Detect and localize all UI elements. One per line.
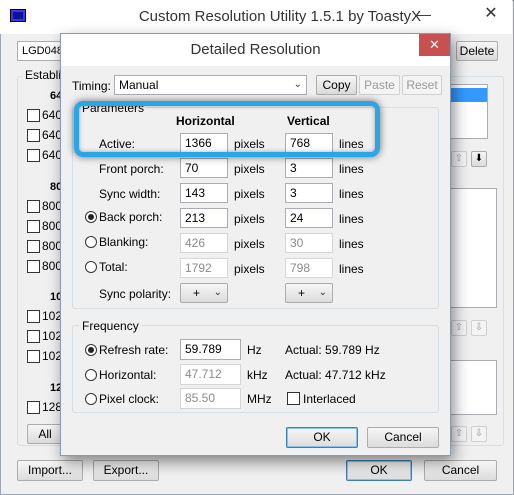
pixel-clock-label: Pixel clock: [99,392,160,406]
interlaced-label: Interlaced [303,392,356,406]
sync-width-label: Sync width: [99,187,161,201]
checkbox-1024-3[interactable] [27,350,40,363]
dialog-ok-button[interactable]: OK [286,427,358,448]
total-radio[interactable] [85,261,97,273]
timing-value: Manual [119,78,159,92]
timing-select[interactable]: Manual ⌄ [114,75,307,95]
established-legend: Establi [22,68,65,82]
horizontal-freq-radio[interactable] [85,369,97,381]
main-ok-button[interactable]: OK [346,460,412,481]
unit-label: lines [339,162,364,176]
chevron-down-icon: ⌄ [213,287,222,298]
horizontal-freq-actual: Actual: 47.712 kHz [285,368,386,382]
pixel-clock-unit: MHz [247,392,272,406]
checkbox-1024-2[interactable] [27,330,40,343]
detailed-resolution-dialog: Detailed Resolution ✕ Timing: Manual ⌄ C… [60,33,451,456]
unit-label: pixels [234,237,265,251]
unit-label: pixels [234,162,265,176]
pixel-clock-input[interactable]: 85.50 [180,388,241,409]
selected-list-item[interactable] [451,88,487,102]
checkbox-800-4[interactable] [27,260,40,273]
horizontal-freq-unit: kHz [247,368,268,382]
chevron-down-icon: ⌄ [318,287,327,298]
checkbox-1024-1[interactable] [27,310,40,323]
pixel-clock-radio[interactable] [85,393,97,405]
extension-list[interactable] [450,188,497,308]
blanking-v-input[interactable]: 30 [285,233,333,253]
move-up-button-2[interactable]: ⇧ [451,320,467,336]
move-down-button-3[interactable]: ⇩ [471,426,487,442]
blanking-label: Blanking: [99,235,149,249]
checkbox-640-3[interactable] [27,149,40,162]
unit-label: pixels [234,262,265,276]
total-h-input[interactable]: 1792 [180,258,228,278]
checkbox-1280-1[interactable] [27,401,40,414]
sync-h-value: + [193,286,201,300]
back-porch-radio[interactable] [85,211,97,223]
horizontal-freq-input[interactable]: 47.712 [180,364,241,385]
delete-button[interactable]: Delete [456,41,498,61]
back-porch-h-input[interactable]: 213 [180,208,228,228]
dialog-title: Detailed Resolution [190,41,321,58]
unit-label: pixels [234,212,265,226]
unit-label: lines [339,212,364,226]
move-up-button-3[interactable]: ⇧ [451,426,467,442]
interlaced-checkbox[interactable] [287,392,300,405]
total-label: Total: [99,260,128,274]
checkbox-640-2[interactable] [27,129,40,142]
copy-button[interactable]: Copy [316,75,357,95]
paste-button[interactable]: Paste [359,75,400,95]
front-porch-v-input[interactable]: 3 [285,158,333,178]
sync-polarity-h-select[interactable]: + ⌄ [180,283,228,303]
reset-button[interactable]: Reset [402,75,442,95]
minimize-button[interactable]: — [411,4,437,24]
front-porch-label: Front porch: [99,162,164,176]
unit-label: lines [339,262,364,276]
refresh-rate-radio[interactable] [85,344,97,356]
front-porch-h-input[interactable]: 70 [180,158,228,178]
move-down-button-2[interactable]: ⇩ [471,320,487,336]
horizontal-freq-label: Horizontal: [99,368,157,382]
move-up-button-1[interactable]: ⇧ [451,151,467,167]
sync-width-h-input[interactable]: 143 [180,183,228,203]
app-monitor-icon [10,9,26,22]
checkbox-640-1[interactable] [27,109,40,122]
refresh-rate-input[interactable]: 59.789 [180,339,241,360]
sync-width-v-input[interactable]: 3 [285,183,333,203]
sync-v-value: + [298,286,306,300]
main-close-button[interactable]: ✕ [471,4,511,24]
sync-polarity-label: Sync polarity: [99,287,172,301]
refresh-rate-label: Refresh rate: [99,343,169,357]
checkbox-800-2[interactable] [27,220,40,233]
refresh-actual: Actual: 59.789 Hz [285,343,380,357]
main-cancel-button[interactable]: Cancel [424,460,497,481]
unit-label: pixels [234,187,265,201]
move-down-button-1[interactable]: ⬇ [471,151,487,167]
refresh-unit: Hz [247,343,262,357]
checkbox-800-1[interactable] [27,200,40,213]
blanking-radio[interactable] [85,236,97,248]
frequency-legend: Frequency [79,319,142,333]
import-button[interactable]: Import... [17,460,83,481]
total-v-input[interactable]: 798 [285,258,333,278]
blanking-h-input[interactable]: 426 [180,233,228,253]
timing-label: Timing: [72,79,111,93]
checkbox-800-3[interactable] [27,240,40,253]
dialog-close-button[interactable]: ✕ [419,34,450,56]
unit-label: lines [339,187,364,201]
back-porch-label: Back porch: [99,210,163,224]
unit-label: lines [339,237,364,251]
export-button[interactable]: Export... [93,460,159,481]
chevron-down-icon: ⌄ [293,79,302,90]
extension-list-2[interactable] [450,360,497,415]
back-porch-v-input[interactable]: 24 [285,208,333,228]
all-button[interactable]: All [27,424,63,444]
dialog-cancel-button[interactable]: Cancel [367,427,439,448]
active-row-highlight [74,101,380,157]
sync-polarity-v-select[interactable]: + ⌄ [285,283,333,303]
